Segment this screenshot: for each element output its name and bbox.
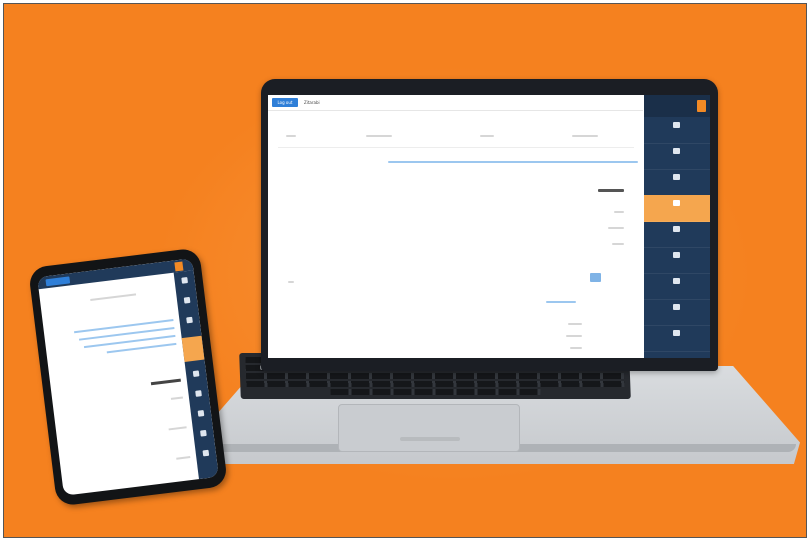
keyboard-row [245, 373, 625, 379]
phone-menu-icon[interactable] [181, 277, 188, 284]
phone-menu-icon[interactable] [197, 410, 205, 417]
tab-separator [278, 147, 634, 148]
keyboard-spacebar-row [330, 389, 541, 395]
keyboard-row [246, 381, 625, 387]
phone-sidebar [173, 270, 219, 480]
sidebar-item-6[interactable] [644, 247, 710, 274]
phone-menu-icon[interactable] [183, 296, 191, 304]
phone-menu-icon[interactable] [202, 449, 210, 457]
list-item [568, 323, 582, 325]
phone-section-heading [150, 378, 181, 386]
sidebar-item-7[interactable] [644, 273, 710, 300]
sidebar-header [644, 95, 710, 117]
phone-field-label [176, 456, 191, 460]
submit-button[interactable] [590, 273, 601, 282]
menu-icon [673, 252, 680, 258]
sidebar-item-5[interactable] [644, 221, 710, 248]
menu-icon [673, 174, 680, 180]
menu-icon [673, 226, 680, 232]
phone-menu-icon[interactable] [186, 316, 193, 324]
secondary-heading [546, 301, 576, 303]
field-label [612, 243, 624, 245]
laptop-front-notch [400, 437, 460, 441]
tab-4[interactable] [572, 135, 598, 137]
phone-field-label [170, 396, 184, 400]
logo-icon [697, 100, 706, 112]
menu-icon [673, 330, 680, 336]
phone-screen [37, 258, 219, 496]
sidebar-item-active[interactable] [644, 195, 710, 222]
menu-icon [673, 304, 680, 310]
field-label [608, 227, 624, 229]
sidebar [644, 95, 710, 358]
logout-button[interactable]: Log out [272, 98, 298, 107]
phone-menu-icon[interactable] [195, 390, 202, 397]
phone-menu-icon[interactable] [200, 429, 207, 437]
section-heading [598, 189, 624, 192]
sidebar-item-8[interactable] [644, 299, 710, 326]
info-text-line [388, 161, 638, 163]
field-label [614, 211, 624, 213]
phone-info-line [106, 342, 177, 354]
menu-icon [673, 148, 680, 154]
sidebar-item-home[interactable] [644, 117, 710, 144]
phone-menu-icon[interactable] [192, 370, 200, 378]
list-item [570, 347, 582, 349]
menu-icon [673, 278, 680, 284]
sidebar-item-9[interactable] [644, 325, 710, 352]
pagination-marker [288, 281, 294, 283]
photo-frame: Log out Zitarabi [3, 3, 807, 538]
phone-tab-label[interactable] [90, 293, 137, 302]
tab-3[interactable] [480, 135, 494, 137]
laptop-trackpad [338, 404, 520, 452]
sidebar-item-3[interactable] [644, 169, 710, 196]
phone [28, 247, 228, 507]
phone-top-bar [37, 258, 194, 290]
list-item [566, 335, 582, 337]
menu-icon [673, 200, 680, 206]
laptop-screen: Log out Zitarabi [268, 95, 710, 358]
phone-body [28, 247, 228, 507]
phone-sidebar-active-item[interactable] [181, 335, 205, 362]
phone-field-label [168, 426, 187, 431]
phone-logout-button[interactable] [45, 276, 71, 287]
phone-logo-icon [174, 261, 184, 272]
home-icon [673, 122, 680, 128]
tab-1[interactable] [286, 135, 296, 137]
top-bar-title: Zitarabi [304, 100, 320, 105]
tab-2[interactable] [366, 135, 392, 137]
sidebar-item-2[interactable] [644, 143, 710, 170]
phone-info-line [74, 319, 174, 334]
screen-top-bar: Log out Zitarabi [268, 95, 643, 111]
